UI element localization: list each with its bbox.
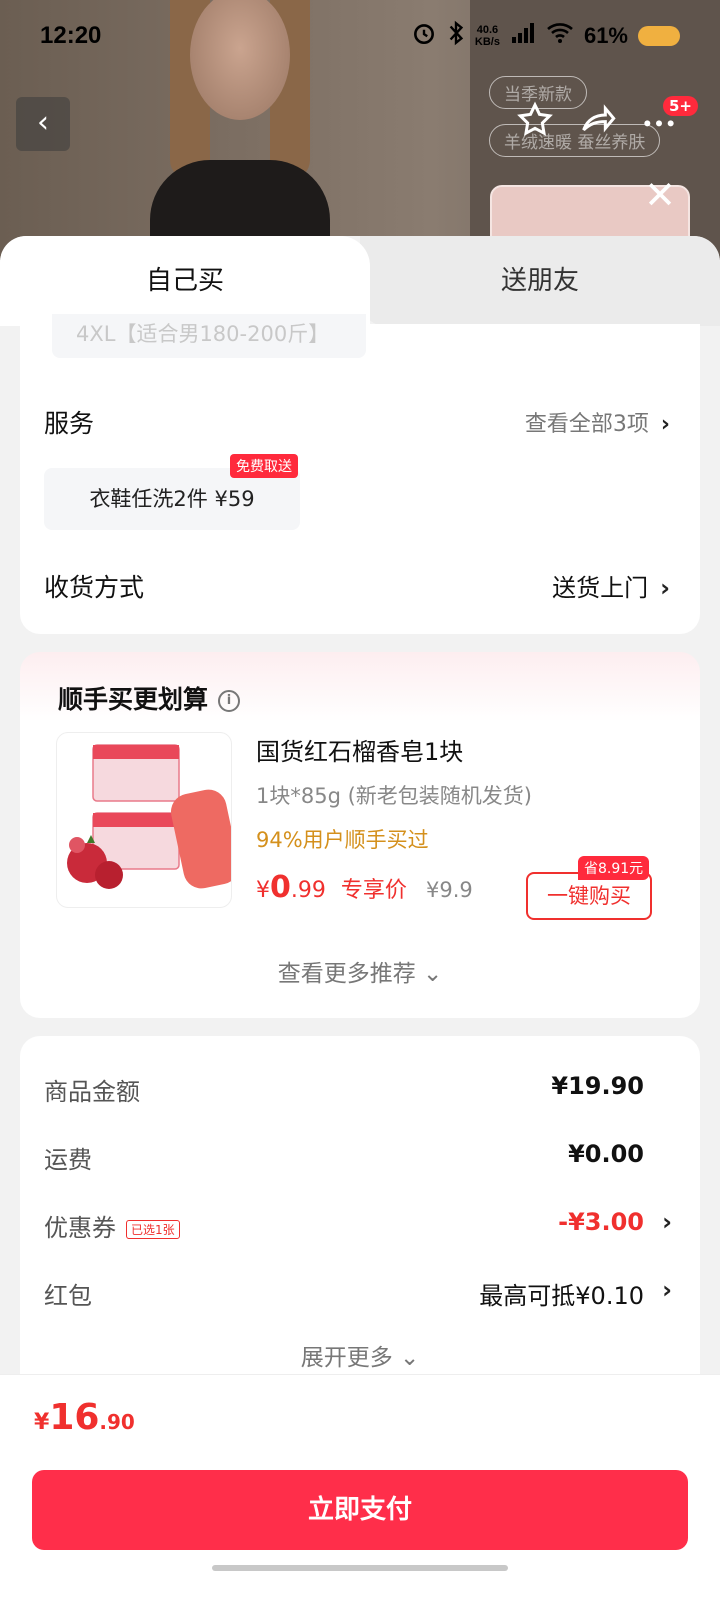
goods-amount-label: 商品金额 <box>44 1078 140 1106</box>
purchase-tabs: 送朋友 自己买 <box>0 236 720 326</box>
bluetooth-icon <box>447 20 465 52</box>
shipping-label: 运费 <box>44 1146 92 1174</box>
save-amount-tag: 省8.91元 <box>578 856 650 880</box>
delivery-method[interactable]: 送货上门 › <box>552 568 670 603</box>
addon-title: 顺手买更划算 i <box>58 680 241 716</box>
more-recommendations[interactable]: 查看更多推荐 ⌄ <box>20 954 700 988</box>
total-price-int: 16 <box>49 1397 100 1438</box>
service-title: 服务 <box>44 409 95 438</box>
coupon-label: 优惠券 <box>44 1214 116 1242</box>
more-recommendations-label: 查看更多推荐 <box>277 961 416 987</box>
chevron-right-icon: › <box>662 1276 672 1304</box>
notification-badge: 5+ <box>663 96 699 116</box>
addon-price-label: 专享价 <box>340 878 407 903</box>
tab-gift-friend[interactable]: 送朋友 <box>360 236 720 326</box>
total-price-symbol: ¥ <box>34 1410 50 1435</box>
goods-amount-value: ¥19.90 <box>551 1072 644 1100</box>
addon-purchase-stat: 94%用户顺手买过 <box>256 828 429 852</box>
chevron-down-icon: ⌄ <box>400 1345 420 1371</box>
soap-product-image[interactable] <box>56 732 232 908</box>
battery-icon <box>638 26 680 46</box>
net-speed-value: 40.6 <box>476 24 499 36</box>
star-icon[interactable] <box>515 100 555 140</box>
back-button[interactable]: ‹ <box>16 97 70 151</box>
addon-original-price: ¥9.9 <box>426 878 473 902</box>
red-packet-label: 红包 <box>44 1282 92 1310</box>
coupon-label-group: 优惠券 已选1张 <box>44 1208 180 1243</box>
chevron-right-icon: › <box>662 1208 672 1236</box>
coupon-row[interactable]: 优惠券 已选1张 -¥3.00 › <box>44 1208 672 1248</box>
addon-price-dec: .99 <box>290 878 326 903</box>
alarm-icon <box>411 20 437 52</box>
checkout-bar: ¥16.90 立即支付 <box>0 1374 720 1600</box>
status-icons: 40.6 KB/s 61% <box>411 20 680 52</box>
shipping-value: ¥0.00 <box>568 1140 644 1168</box>
addon-price-symbol: ¥ <box>256 878 270 903</box>
addon-card: 顺手买更划算 i 国货红石榴香皂1块 1块*85g (新老包装随机发货) 94%用… <box>20 652 700 1018</box>
expand-more[interactable]: 展开更多 ⌄ <box>20 1338 700 1372</box>
chevron-left-icon: ‹ <box>37 105 49 140</box>
home-indicator[interactable] <box>212 1565 508 1571</box>
free-pickup-tag: 免费取送 <box>230 454 298 478</box>
service-view-all-label: 查看全部3项 <box>524 412 649 437</box>
delivery-method-value: 送货上门 <box>552 574 649 602</box>
net-speed: 40.6 KB/s <box>475 24 500 48</box>
addon-title-text: 顺手买更划算 <box>58 685 209 714</box>
tab-buy-self[interactable]: 自己买 <box>0 236 370 326</box>
total-price: ¥16.90 <box>34 1397 135 1438</box>
coupon-value: -¥3.00 <box>558 1208 644 1236</box>
share-icon[interactable] <box>577 100 617 140</box>
coupon-selected-tag: 已选1张 <box>126 1219 180 1239</box>
top-actions <box>515 100 679 140</box>
delivery-title: 收货方式 <box>44 573 145 602</box>
net-speed-unit: KB/s <box>474 36 500 48</box>
wifi-icon <box>546 21 574 51</box>
signal-icon <box>510 21 536 51</box>
checkout-sheet: 送朋友 自己买 4XL【适合男180-200斤】 服务 查看全部3项 › 衣鞋任洗… <box>0 236 720 1600</box>
red-packet-row[interactable]: 红包 最高可抵¥0.10 › <box>44 1276 672 1316</box>
total-price-dec: .90 <box>99 1410 135 1434</box>
goods-amount-row: 商品金额 ¥19.90 <box>44 1072 644 1112</box>
status-bar: 12:20 40.6 KB/s 61% <box>0 0 720 76</box>
addon-price-int: 0 <box>270 870 291 905</box>
price-summary-card: 商品金额 ¥19.90 运费 ¥0.00 优惠券 已选1张 -¥3.00 › 红包… <box>20 1036 700 1396</box>
options-card: 4XL【适合男180-200斤】 服务 查看全部3项 › 衣鞋任洗2件 ¥59 免… <box>20 314 700 634</box>
status-time: 12:20 <box>40 22 102 49</box>
chevron-down-icon: ⌄ <box>423 961 443 987</box>
addon-product-name[interactable]: 国货红石榴香皂1块 <box>256 732 463 767</box>
addon-product-spec: 1块*85g (新老包装随机发货) <box>256 784 532 808</box>
close-icon[interactable]: ✕ <box>640 176 680 216</box>
service-view-all[interactable]: 查看全部3项 › <box>525 406 670 438</box>
red-packet-value: 最高可抵¥0.10 <box>479 1282 644 1310</box>
chevron-right-icon: › <box>660 412 670 437</box>
shipping-row: 运费 ¥0.00 <box>44 1140 644 1180</box>
pay-now-button[interactable]: 立即支付 <box>32 1470 688 1550</box>
chevron-right-icon: › <box>660 574 670 602</box>
battery-percent: 61% <box>583 23 628 48</box>
expand-more-label: 展开更多 <box>300 1345 393 1371</box>
addon-price: ¥0.99 专享价 <box>256 870 407 905</box>
info-icon[interactable]: i <box>218 690 241 712</box>
size-option-chip[interactable]: 4XL【适合男180-200斤】 <box>52 314 366 358</box>
